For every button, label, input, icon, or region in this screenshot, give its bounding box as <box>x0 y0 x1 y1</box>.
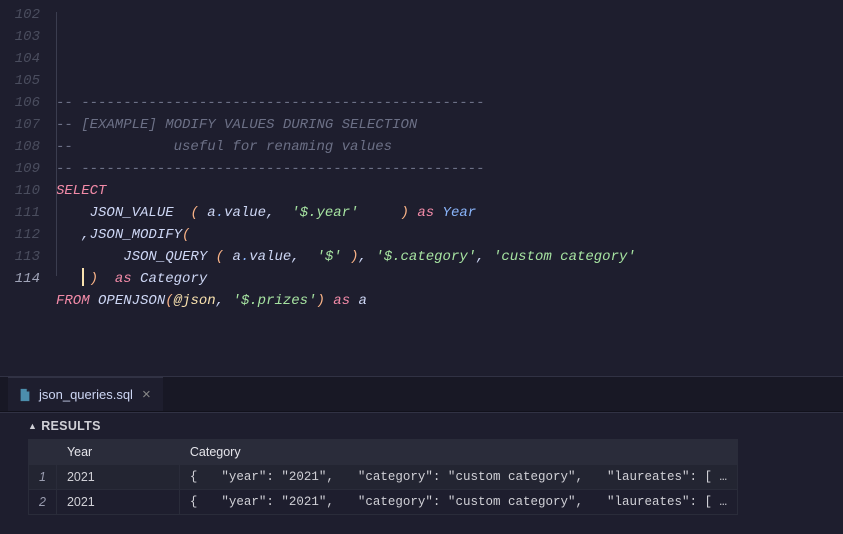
code-line[interactable] <box>56 70 843 92</box>
code-editor[interactable]: 102103104105106107108109110111112113114 … <box>0 0 843 376</box>
line-number: 105 <box>0 70 40 92</box>
line-number: 108 <box>0 136 40 158</box>
collapse-triangle-icon[interactable]: ▲ <box>28 421 37 431</box>
line-number: 106 <box>0 92 40 114</box>
line-number: 111 <box>0 202 40 224</box>
editor-tabbar: json_queries.sql × <box>0 376 843 412</box>
code-line[interactable]: JSON_QUERY ( a.value, '$' ), '$.category… <box>56 246 843 268</box>
line-number: 109 <box>0 158 40 180</box>
code-line[interactable]: FROM OPENJSON(@json, '$.prizes') as a <box>56 290 843 312</box>
results-panel: ▲ RESULTS Year Category 12021{"year": "2… <box>0 412 843 534</box>
col-header-year[interactable]: Year <box>56 440 179 465</box>
col-header-category[interactable]: Category <box>179 440 737 465</box>
rownum-header <box>29 440 57 465</box>
line-number: 102 <box>0 4 40 26</box>
code-area[interactable]: -- -------------------------------------… <box>56 4 843 356</box>
cell-year[interactable]: 2021 <box>56 465 179 490</box>
code-line[interactable]: ) as Category <box>56 268 843 290</box>
text-cursor <box>82 268 84 286</box>
line-number: 114 <box>0 268 40 290</box>
indent-guide <box>56 12 57 276</box>
cell-category[interactable]: {"year": "2021","category": "custom cate… <box>179 490 737 515</box>
results-label: RESULTS <box>41 419 101 433</box>
code-line[interactable]: JSON_VALUE ( a.value, '$.year' ) as Year <box>56 202 843 224</box>
line-number: 103 <box>0 26 40 48</box>
row-number: 1 <box>29 465 57 490</box>
code-line[interactable] <box>56 334 843 356</box>
results-table: Year Category 12021{"year": "2021","cate… <box>28 439 738 515</box>
line-gutter: 102103104105106107108109110111112113114 <box>0 4 56 356</box>
code-line[interactable]: ,JSON_MODIFY( <box>56 224 843 246</box>
tab-close-icon[interactable]: × <box>140 386 153 403</box>
code-line[interactable]: -- -------------------------------------… <box>56 158 843 180</box>
results-header[interactable]: ▲ RESULTS <box>28 419 843 439</box>
line-number: 113 <box>0 246 40 268</box>
code-line[interactable]: -- useful for renaming values <box>56 136 843 158</box>
table-row[interactable]: 22021{"year": "2021","category": "custom… <box>29 490 738 515</box>
line-number: 112 <box>0 224 40 246</box>
line-number: 110 <box>0 180 40 202</box>
tab-json-queries[interactable]: json_queries.sql × <box>8 377 163 411</box>
tab-filename: json_queries.sql <box>39 387 133 402</box>
line-number: 104 <box>0 48 40 70</box>
cell-category[interactable]: {"year": "2021","category": "custom cate… <box>179 465 737 490</box>
file-icon <box>18 388 32 402</box>
row-number: 2 <box>29 490 57 515</box>
code-line[interactable] <box>56 312 843 334</box>
code-line[interactable]: -- [EXAMPLE] MODIFY VALUES DURING SELECT… <box>56 114 843 136</box>
code-line[interactable]: SELECT <box>56 180 843 202</box>
code-line[interactable]: -- -------------------------------------… <box>56 92 843 114</box>
line-number: 107 <box>0 114 40 136</box>
cell-year[interactable]: 2021 <box>56 490 179 515</box>
table-row[interactable]: 12021{"year": "2021","category": "custom… <box>29 465 738 490</box>
